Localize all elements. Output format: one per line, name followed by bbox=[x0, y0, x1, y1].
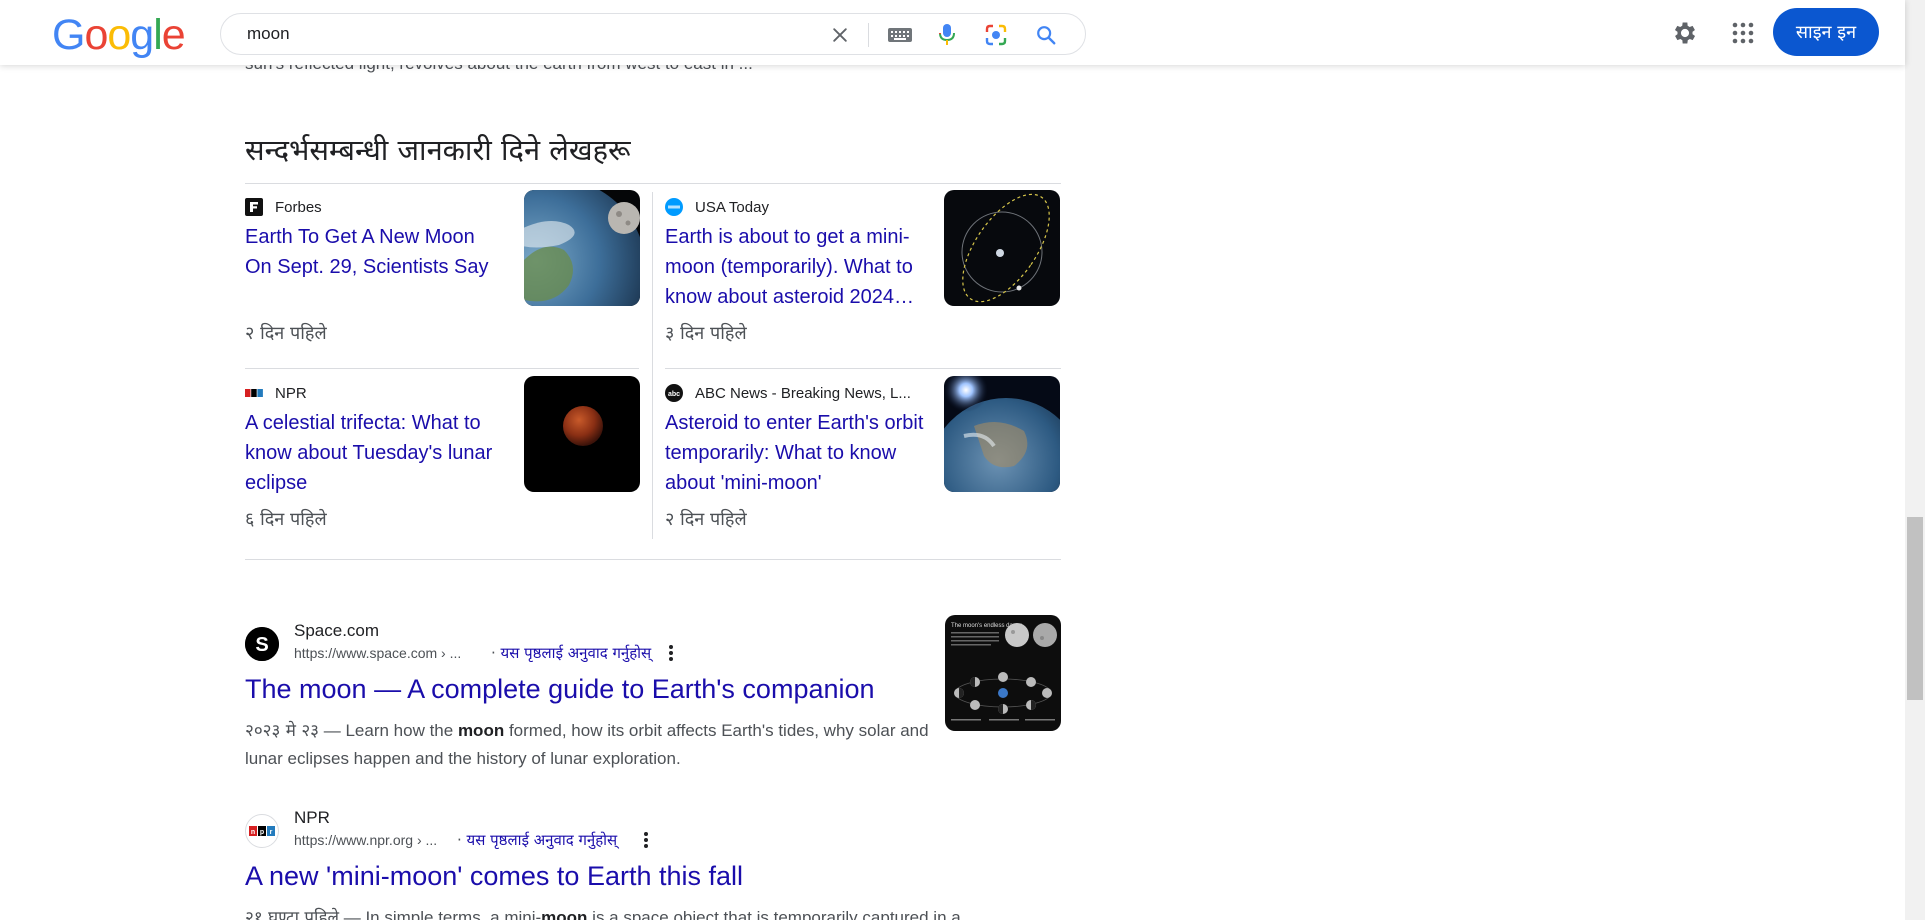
google-logo[interactable]: Google bbox=[52, 11, 186, 59]
keyboard-icon[interactable] bbox=[885, 22, 915, 48]
card-time: २ दिन पहिले bbox=[665, 509, 747, 530]
more-options-icon[interactable] bbox=[636, 830, 656, 850]
news-card[interactable]: NPR A celestial trifecta: What to know a… bbox=[245, 376, 645, 556]
card-thumbnail[interactable] bbox=[944, 190, 1060, 306]
card-time: २ दिन पहिले bbox=[245, 323, 327, 344]
sign-in-button[interactable]: साइन इन bbox=[1773, 8, 1879, 56]
search-icon[interactable] bbox=[1033, 22, 1059, 48]
logo-letter: e bbox=[161, 11, 186, 59]
news-card[interactable]: Forbes Earth To Get A New Moon On Sept. … bbox=[245, 190, 645, 370]
card-thumbnail[interactable] bbox=[524, 190, 640, 306]
svg-text:p: p bbox=[260, 829, 264, 836]
result-date: २१ घण्टा पहिले bbox=[245, 908, 340, 920]
result-url[interactable]: https://www.space.com › ... bbox=[294, 645, 461, 661]
result-site-name[interactable]: Space.com bbox=[294, 621, 379, 641]
card-source-name: USA Today bbox=[695, 198, 769, 216]
divider bbox=[245, 183, 1061, 184]
news-card[interactable]: abc ABC News - Breaking News, L... Aster… bbox=[665, 376, 1065, 556]
card-thumbnail[interactable] bbox=[944, 376, 1060, 492]
forbes-icon bbox=[245, 198, 263, 216]
result-snippet: २०२३ मे २३ — Learn how the moon formed, … bbox=[245, 717, 935, 773]
settings-icon[interactable] bbox=[1668, 16, 1702, 50]
result-thumbnail[interactable]: The moon's endless dance bbox=[945, 615, 1061, 731]
separator-dot: · bbox=[491, 644, 501, 662]
scrollbar-track[interactable] bbox=[1905, 0, 1925, 920]
translate-label[interactable]: यस पृष्ठलाई अनुवाद गर्नुहोस् bbox=[501, 644, 652, 662]
result-url[interactable]: https://www.npr.org › ... bbox=[294, 832, 437, 848]
apps-icon[interactable] bbox=[1726, 16, 1760, 50]
snippet-text: is a space object that is temporarily ca… bbox=[587, 908, 961, 920]
divider bbox=[245, 559, 1061, 560]
top-bar: Google साइन इन bbox=[0, 0, 1905, 65]
translate-label[interactable]: यस पृष्ठलाई अनुवाद गर्नुहोस् bbox=[467, 831, 618, 849]
card-source-name: NPR bbox=[275, 384, 307, 402]
card-source: abc ABC News - Breaking News, L... bbox=[665, 384, 911, 402]
logo-letter: G bbox=[52, 11, 85, 59]
npr-icon bbox=[245, 384, 263, 402]
result-date: २०२३ मे २३ bbox=[245, 721, 320, 741]
space-com-icon[interactable]: S bbox=[245, 627, 279, 661]
translate-link[interactable]: · यस पृष्ठलाई अनुवाद गर्नुहोस् bbox=[457, 830, 617, 850]
svg-text:abc: abc bbox=[668, 391, 680, 398]
snippet-text: — Learn how the bbox=[319, 721, 458, 740]
search-input[interactable] bbox=[247, 14, 807, 54]
card-headline[interactable]: Asteroid to enter Earth's orbit temporar… bbox=[665, 408, 925, 498]
search-result: S Space.com https://www.space.com › ... … bbox=[245, 615, 1065, 773]
logo-letter: o bbox=[107, 11, 131, 59]
divider bbox=[652, 192, 653, 539]
svg-text:S: S bbox=[255, 634, 268, 656]
section-title: सन्दर्भसम्बन्धी जानकारी दिने लेखहरू bbox=[245, 133, 631, 167]
result-title[interactable]: The moon — A complete guide to Earth's c… bbox=[245, 674, 875, 705]
close-icon[interactable] bbox=[827, 22, 853, 48]
result-title[interactable]: A new 'mini-moon' comes to Earth this fa… bbox=[245, 861, 743, 892]
npr-icon[interactable]: npr bbox=[245, 814, 279, 848]
card-source: NPR bbox=[245, 384, 307, 402]
scrollbar-thumb[interactable] bbox=[1907, 517, 1923, 700]
snippet-highlight: moon bbox=[457, 721, 505, 740]
news-card[interactable]: USA Today Earth is about to get a mini-m… bbox=[665, 190, 1065, 370]
card-source-name: Forbes bbox=[275, 198, 322, 216]
usa-today-icon bbox=[665, 198, 683, 216]
more-options-icon[interactable] bbox=[661, 643, 681, 663]
card-time: ३ दिन पहिले bbox=[665, 323, 747, 344]
logo-letter: l bbox=[153, 11, 163, 59]
result-site-name[interactable]: NPR bbox=[294, 808, 330, 828]
logo-letter: g bbox=[130, 11, 154, 59]
svg-text:r: r bbox=[270, 829, 273, 836]
result-snippet: २१ घण्टा पहिले — In simple terms, a mini… bbox=[245, 904, 1045, 920]
card-source: USA Today bbox=[665, 198, 769, 216]
separator-dot: · bbox=[457, 831, 467, 849]
card-headline[interactable]: A celestial trifecta: What to know about… bbox=[245, 408, 505, 498]
svg-text:n: n bbox=[251, 829, 255, 836]
snippet-text: — In simple terms, a mini- bbox=[339, 908, 542, 920]
translate-link[interactable]: · यस पृष्ठलाई अनुवाद गर्नुहोस् bbox=[491, 643, 651, 663]
card-headline[interactable]: Earth is about to get a mini-moon (tempo… bbox=[665, 222, 925, 312]
abc-news-icon: abc bbox=[665, 384, 683, 402]
search-result: npr NPR https://www.npr.org › ... · यस प… bbox=[245, 808, 1065, 920]
card-headline[interactable]: Earth To Get A New Moon On Sept. 29, Sci… bbox=[245, 222, 505, 282]
search-box[interactable] bbox=[220, 13, 1086, 55]
card-source: Forbes bbox=[245, 198, 322, 216]
card-thumbnail[interactable] bbox=[524, 376, 640, 492]
mic-icon[interactable] bbox=[934, 22, 960, 48]
card-time: ६ दिन पहिले bbox=[245, 509, 327, 530]
logo-letter: o bbox=[84, 11, 108, 59]
lens-icon[interactable] bbox=[983, 22, 1009, 48]
snippet-highlight: moon bbox=[541, 908, 588, 920]
search-divider bbox=[868, 23, 869, 47]
card-source-name: ABC News - Breaking News, L... bbox=[695, 384, 911, 402]
